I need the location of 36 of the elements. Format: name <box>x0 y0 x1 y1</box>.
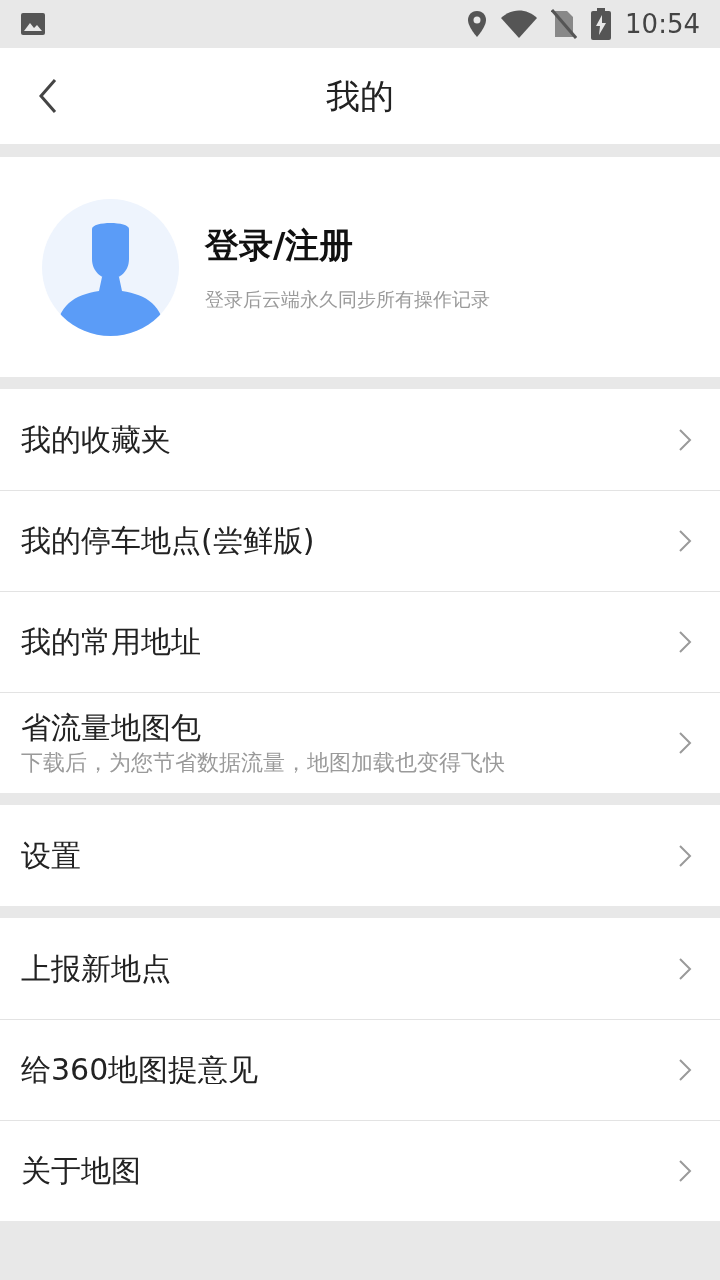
menu-row[interactable]: 给360地图提意见 <box>0 1019 720 1120</box>
row-label: 上报新地点 <box>21 949 172 988</box>
menu-row[interactable]: 我的常用地址 <box>0 591 720 692</box>
wifi-icon <box>501 10 538 38</box>
row-label: 我的收藏夹 <box>21 420 172 459</box>
avatar-icon[interactable] <box>42 198 179 336</box>
menu-row[interactable]: 省流量地图包 下载后，为您节省数据流量，地图加载也变得飞快 <box>0 692 720 793</box>
row-label: 省流量地图包 <box>21 709 202 747</box>
row-subtitle: 下载后，为您节省数据流量，地图加载也变得飞快 <box>21 749 506 777</box>
row-label: 我的常用地址 <box>21 623 202 661</box>
chevron-right-icon <box>678 956 692 981</box>
page-title: 我的 <box>326 74 394 118</box>
status-time: 10:54 <box>625 7 700 41</box>
location-icon <box>467 10 488 38</box>
battery-charging-icon <box>591 8 612 40</box>
row-label: 关于地图 <box>21 1152 142 1190</box>
chevron-right-icon <box>678 731 692 755</box>
chevron-right-icon <box>678 843 692 868</box>
chevron-right-icon <box>678 529 692 553</box>
menu-row[interactable]: 我的停车地点(尝鲜版) <box>0 490 720 591</box>
row-label: 给360地图提意见 <box>21 1051 260 1089</box>
chevron-right-icon <box>678 1159 692 1183</box>
chevron-right-icon <box>678 1058 692 1082</box>
login-title[interactable]: 登录/注册 <box>205 220 490 272</box>
row-label: 设置 <box>21 836 82 875</box>
back-icon <box>38 78 58 114</box>
menu-row[interactable]: 我的收藏夹 <box>0 389 720 490</box>
row-label: 我的停车地点(尝鲜版) <box>21 522 316 560</box>
image-icon <box>20 12 46 36</box>
login-subtitle: 登录后云端永久同步所有操作记录 <box>205 287 490 313</box>
menu-row[interactable]: 设置 <box>0 805 720 906</box>
no-sim-icon <box>551 9 578 39</box>
menu-row[interactable]: 关于地图 <box>0 1120 720 1221</box>
chevron-right-icon <box>678 630 692 654</box>
chevron-right-icon <box>678 427 692 452</box>
menu-row[interactable]: 上报新地点 <box>0 918 720 1019</box>
